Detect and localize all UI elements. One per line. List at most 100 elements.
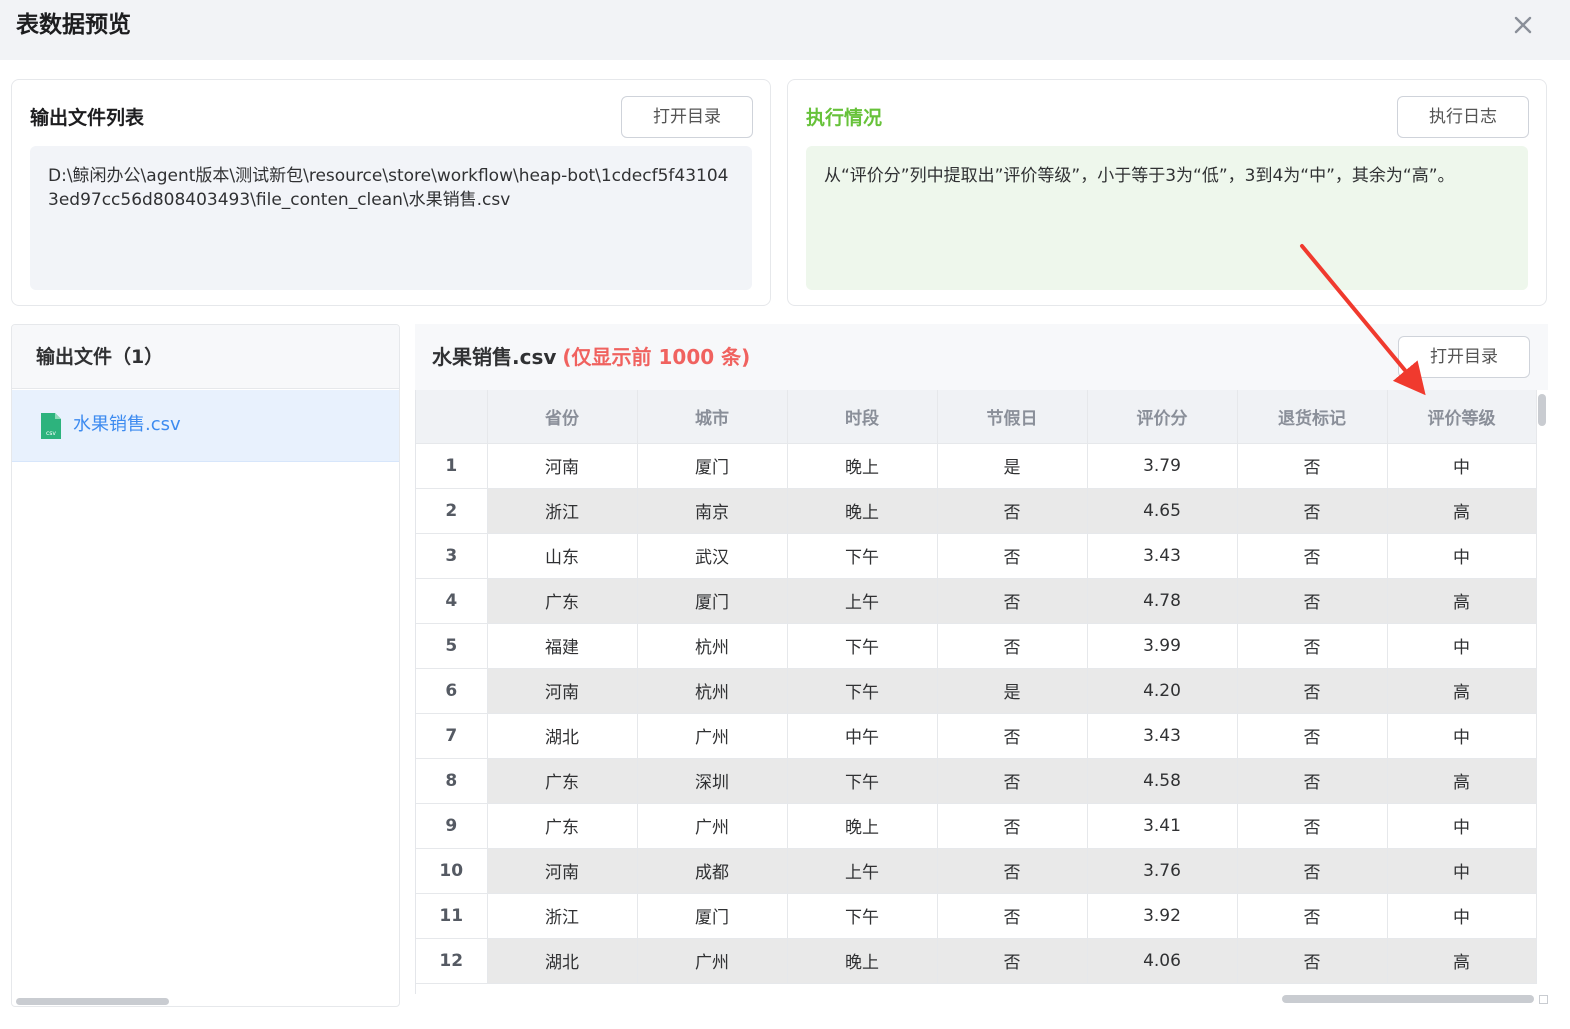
table-cell: 广东: [487, 578, 638, 624]
table-cell: 4.20: [1087, 668, 1238, 714]
table-row[interactable]: 3 山东 武汉 下午否 3.43 否中: [416, 533, 1537, 579]
execution-log-button[interactable]: 执行日志: [1397, 96, 1529, 138]
table-cell: 浙江: [487, 893, 638, 939]
table-cell: 武汉: [637, 533, 788, 579]
table-cell: 高: [1387, 758, 1537, 804]
row-index: 5: [416, 623, 488, 669]
table-row[interactable]: 9 广东 广州 晚上否 3.41 否中: [416, 803, 1537, 849]
execution-title: 执行情况: [806, 107, 883, 129]
table-row[interactable]: 1 河南 厦门 晚上是 3.79 否中: [416, 443, 1537, 489]
table-cell: 中: [1387, 443, 1537, 489]
table-cell: 晚上: [787, 803, 938, 849]
table-row[interactable]: 6 河南 杭州 下午是 4.20 否高: [416, 668, 1537, 714]
scrollbar-corner: [1539, 995, 1548, 1004]
execution-card: 执行情况 执行日志 从“评价分”列中提取出”评价等级”，小于等于3为“低”，3到…: [787, 79, 1547, 306]
table-cell: 下午: [787, 758, 938, 804]
table-cell: 4.65: [1087, 488, 1238, 534]
table-cell: 否: [1237, 713, 1388, 759]
row-index: 12: [416, 938, 488, 984]
table-cell: 否: [937, 713, 1088, 759]
table-cell: 4.06: [1087, 938, 1238, 984]
row-index: 8: [416, 758, 488, 804]
table-cell: 厦门: [637, 893, 788, 939]
table-cell: 否: [1237, 488, 1388, 534]
execution-description: 从“评价分”列中提取出”评价等级”，小于等于3为“低”，3到4为“中”，其余为“…: [806, 146, 1528, 290]
vertical-scrollbar[interactable]: [1538, 394, 1546, 426]
table-cell: 否: [937, 623, 1088, 669]
column-header[interactable]: 城市: [637, 390, 788, 444]
table-cell: 福建: [487, 623, 638, 669]
table-cell: 否: [1237, 578, 1388, 624]
table-cell: 山东: [487, 533, 638, 579]
table-cell: 湖北: [487, 938, 638, 984]
table-row[interactable]: 7 湖北 广州 中午否 3.43 否中: [416, 713, 1537, 759]
column-header[interactable]: 评价分: [1087, 390, 1238, 444]
table-cell: 3.79: [1087, 443, 1238, 489]
table-cell: 否: [1237, 623, 1388, 669]
column-header[interactable]: 退货标记: [1237, 390, 1388, 444]
preview-open-directory-button[interactable]: 打开目录: [1398, 336, 1530, 378]
horizontal-scrollbar[interactable]: [16, 998, 169, 1005]
table-cell: 否: [937, 488, 1088, 534]
table-cell: 南京: [637, 488, 788, 534]
column-header[interactable]: 省份: [487, 390, 638, 444]
table-cell: 厦门: [637, 443, 788, 489]
column-header[interactable]: 评价等级: [1387, 390, 1537, 444]
table-header-row: 省份 城市 时段 节假日 评价分 退货标记 评价等级: [416, 390, 1537, 444]
table-cell: 否: [1237, 893, 1388, 939]
table-cell: 3.99: [1087, 623, 1238, 669]
table-cell: 下午: [787, 623, 938, 669]
table-cell: 否: [937, 893, 1088, 939]
file-list-item[interactable]: csv 水果销售.csv: [12, 390, 399, 462]
table-row[interactable]: 8 广东 深圳 下午否 4.58 否高: [416, 758, 1537, 804]
table-cell: 上午: [787, 578, 938, 624]
table-cell: 下午: [787, 668, 938, 714]
table-cell: 否: [937, 938, 1088, 984]
table-cell: 否: [1237, 533, 1388, 579]
table-row[interactable]: 5 福建 杭州 下午否 3.99 否中: [416, 623, 1537, 669]
vertical-scrollbar-track: [1537, 390, 1548, 994]
row-index: 6: [416, 668, 488, 714]
table-row[interactable]: 10 河南 成都 上午否 3.76 否中: [416, 848, 1537, 894]
table-cell: 否: [937, 803, 1088, 849]
table-cell: 否: [1237, 938, 1388, 984]
table-cell: 否: [937, 758, 1088, 804]
table-cell: 3.41: [1087, 803, 1238, 849]
open-directory-button[interactable]: 打开目录: [621, 96, 753, 138]
table-cell: 厦门: [637, 578, 788, 624]
table-row[interactable]: 11 浙江 厦门 下午否 3.92 否中: [416, 893, 1537, 939]
close-button[interactable]: [1508, 10, 1538, 40]
table-cell: 高: [1387, 578, 1537, 624]
table-cell: 3.43: [1087, 533, 1238, 579]
preview-file-name: 水果销售.csv: [432, 345, 557, 369]
row-index: 7: [416, 713, 488, 759]
table-cell: 否: [1237, 803, 1388, 849]
table-cell: 广东: [487, 758, 638, 804]
table-cell: 深圳: [637, 758, 788, 804]
table-cell: 浙江: [487, 488, 638, 534]
table-cell: 高: [1387, 938, 1537, 984]
table-row[interactable]: 4 广东 厦门 上午否 4.78 否高: [416, 578, 1537, 624]
table-cell: 广州: [637, 938, 788, 984]
column-header[interactable]: 节假日: [937, 390, 1088, 444]
table-cell: 4.78: [1087, 578, 1238, 624]
table-cell: 中: [1387, 893, 1537, 939]
output-file-path: D:\鲸闲办公\agent版本\测试新包\resource\store\work…: [30, 146, 752, 290]
table-cell: 中: [1387, 533, 1537, 579]
table-horizontal-scrollbar[interactable]: [1282, 995, 1534, 1003]
output-files-panel: 输出文件（1） csv 水果销售.csv: [11, 324, 400, 1007]
table-cell: 中: [1387, 803, 1537, 849]
table-cell: 晚上: [787, 938, 938, 984]
table-cell: 否: [1237, 848, 1388, 894]
row-index: 1: [416, 443, 488, 489]
table-cell: 下午: [787, 893, 938, 939]
table-cell: 广州: [637, 713, 788, 759]
table-cell: 河南: [487, 848, 638, 894]
table-cell: 中: [1387, 623, 1537, 669]
table-cell: 中午: [787, 713, 938, 759]
column-header[interactable]: 时段: [787, 390, 938, 444]
table-row[interactable]: 12 湖北 广州 晚上否 4.06 否高: [416, 938, 1537, 984]
table-row[interactable]: 2 浙江 南京 晚上否 4.65 否高: [416, 488, 1537, 534]
dialog-header: 表数据预览: [0, 0, 1570, 60]
row-index: 10: [416, 848, 488, 894]
